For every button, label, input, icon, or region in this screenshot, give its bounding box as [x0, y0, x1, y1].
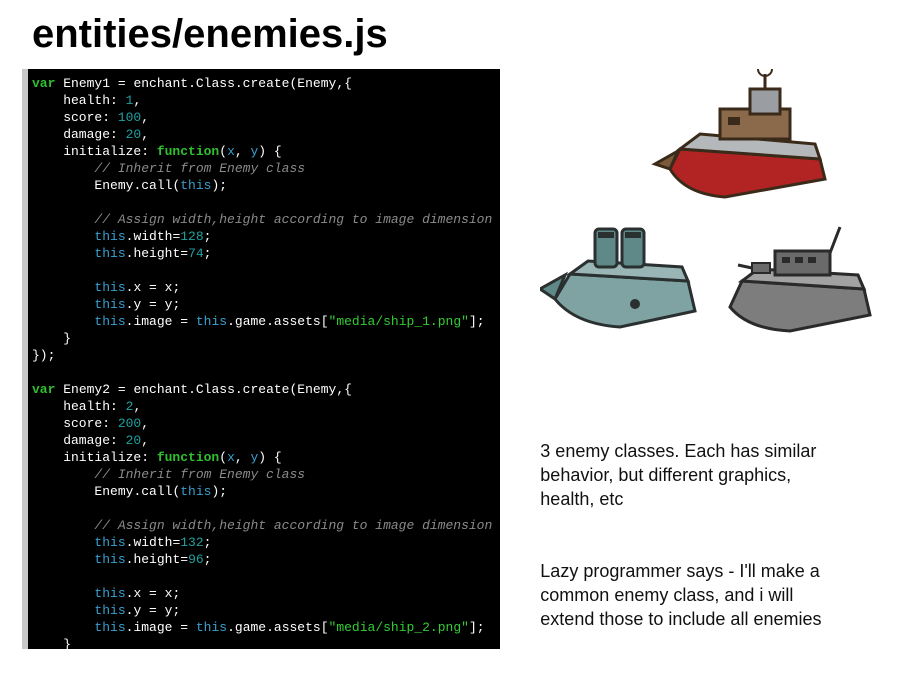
description-text-2: Lazy programmer says - I'll make a commo… [540, 559, 840, 631]
content-row: var Enemy1 = enchant.Class.create(Enemy,… [0, 69, 919, 679]
page-title: entities/enemies.js [0, 0, 919, 69]
description-text-1: 3 enemy classes. Each has similar behavi… [540, 439, 840, 511]
ship-3-icon [730, 227, 870, 331]
ship-2-icon [540, 229, 695, 327]
ships-svg [540, 69, 880, 339]
code-block: var Enemy1 = enchant.Class.create(Enemy,… [22, 69, 500, 649]
right-column: 3 enemy classes. Each has similar behavi… [500, 69, 919, 679]
ship-1-icon [655, 69, 825, 197]
code-text: var Enemy1 = enchant.Class.create(Enemy,… [28, 69, 500, 676]
ships-illustration [540, 69, 880, 339]
